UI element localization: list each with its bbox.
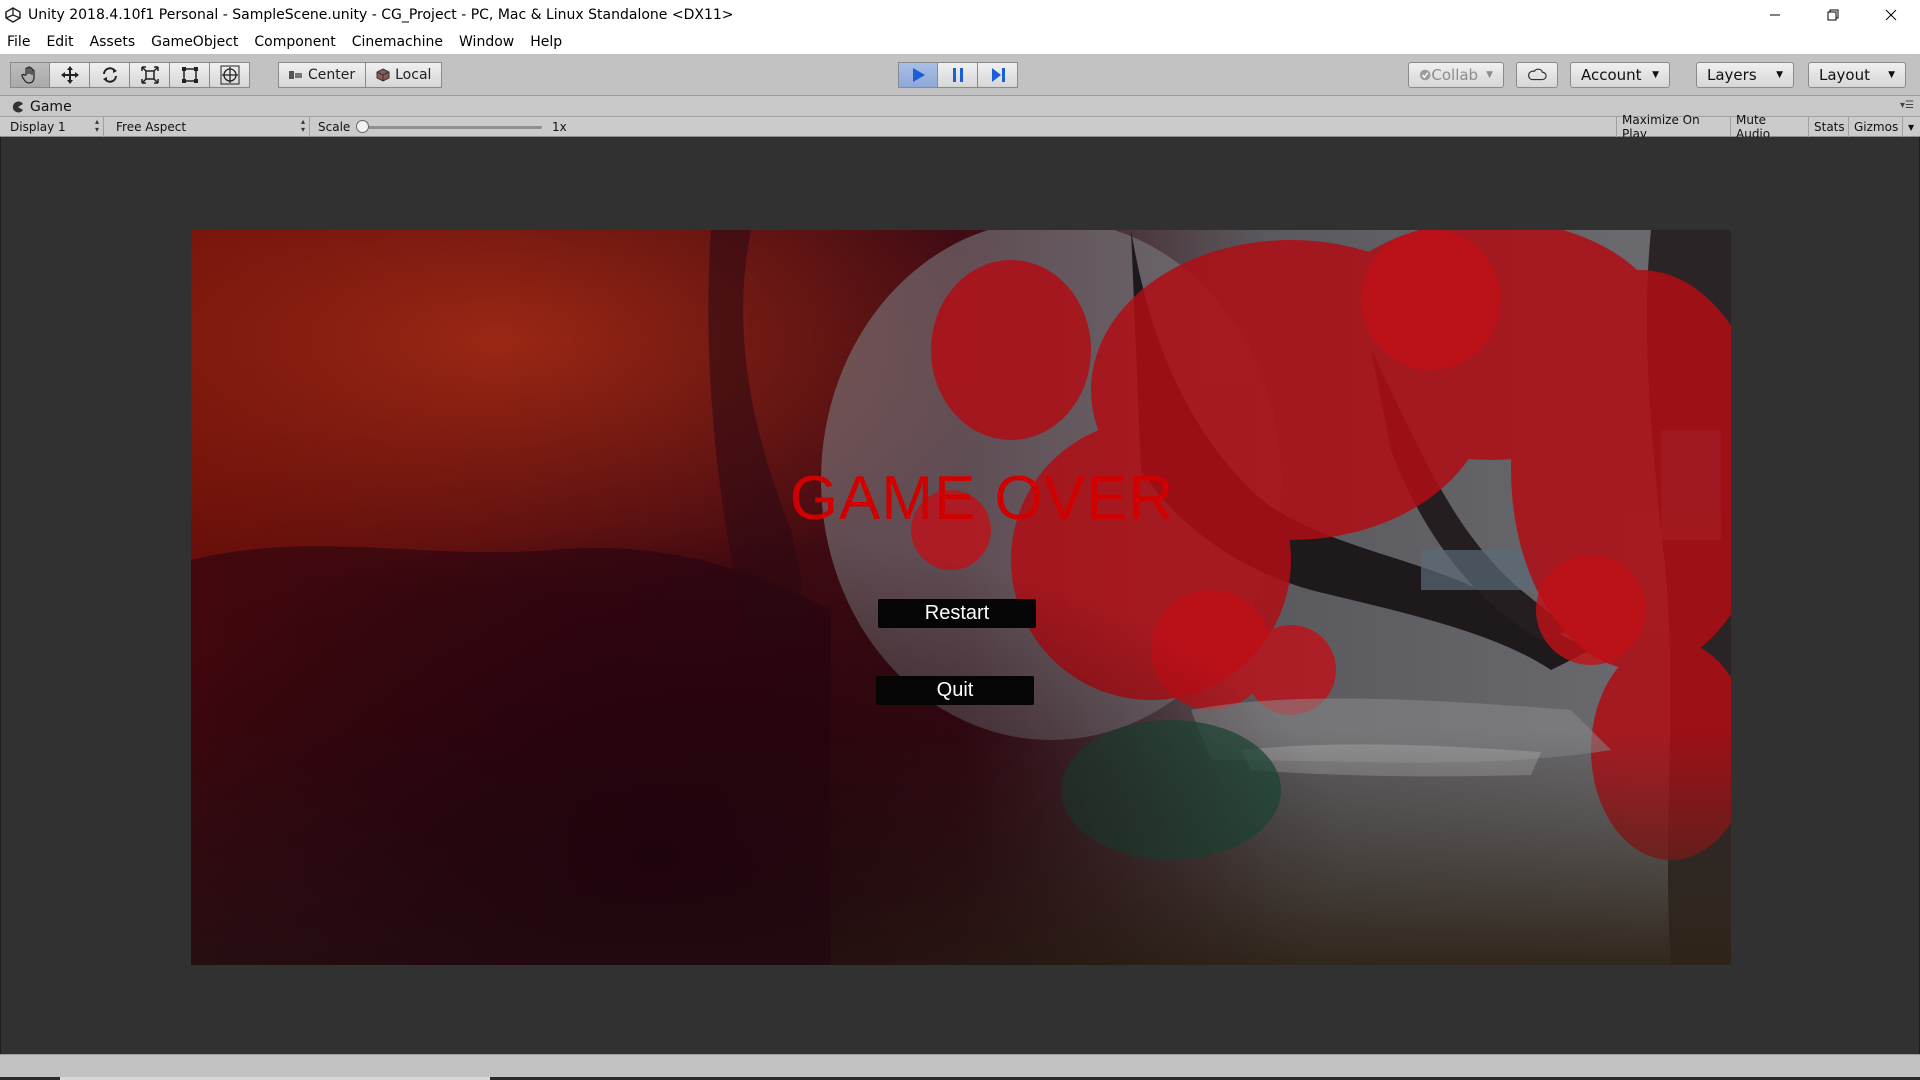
game-view-controls: Display 1 ▴ ▾ Free Aspect ▴ ▾ Scale 1x Max… xyxy=(0,113,1920,141)
menu-gameobject[interactable]: GameObject xyxy=(150,32,239,52)
account-label: Account xyxy=(1581,66,1642,84)
scale-value: 1x xyxy=(552,120,567,134)
menu-window[interactable]: Window xyxy=(458,32,515,52)
menu-edit[interactable]: Edit xyxy=(45,32,74,52)
pivot-rotation-button[interactable]: Local xyxy=(366,62,443,88)
close-icon xyxy=(1885,9,1897,21)
menu-assets[interactable]: Assets xyxy=(89,32,137,52)
menu-file[interactable]: File xyxy=(6,32,31,52)
hand-tool-icon xyxy=(21,66,35,84)
pivot-mode-label: Center xyxy=(308,67,356,83)
mute-audio-toggle[interactable]: Mute Audio xyxy=(1730,113,1808,141)
scale-tool-button[interactable] xyxy=(130,62,170,88)
menu-cinemachine[interactable]: Cinemachine xyxy=(351,32,444,52)
pivot-center-icon xyxy=(289,71,302,79)
close-button[interactable] xyxy=(1862,0,1920,30)
scale-tool-icon xyxy=(140,66,159,84)
dropdown-arrow-icon: ▼ xyxy=(1888,70,1895,80)
aspect-select-value: Free Aspect xyxy=(116,120,187,134)
menu-bar: File Edit Assets GameObject Component Ci… xyxy=(0,30,1920,54)
window-title: Unity 2018.4.10f1 Personal - SampleScene… xyxy=(28,7,734,23)
pacman-game-icon xyxy=(12,101,23,112)
restore-button[interactable] xyxy=(1804,0,1862,30)
unity-logo-icon xyxy=(4,6,22,24)
pause-icon xyxy=(952,68,963,82)
checkmark-icon xyxy=(1419,69,1431,81)
pivot-mode-button[interactable]: Center xyxy=(278,62,367,88)
menu-help[interactable]: Help xyxy=(529,32,563,52)
game-over-heading: GAME OVER xyxy=(789,464,1175,533)
scale-slider-thumb[interactable] xyxy=(356,120,369,133)
restart-button[interactable]: Restart xyxy=(878,599,1036,628)
local-cube-icon xyxy=(376,68,390,82)
stats-toggle[interactable]: Stats xyxy=(1808,117,1848,137)
aspect-select[interactable]: Free Aspect ▴ ▾ xyxy=(110,117,310,137)
cloud-button[interactable] xyxy=(1516,62,1558,88)
game-screen: GAME OVER Restart Quit xyxy=(191,230,1731,965)
pivot-controls: Center Local xyxy=(278,62,443,88)
updown-arrow-icon: ▴ ▾ xyxy=(300,117,305,134)
tab-options-icon[interactable]: ▾☰ xyxy=(1900,100,1914,111)
layout-dropdown[interactable]: Layout ▼ xyxy=(1808,62,1906,88)
restore-icon xyxy=(1827,9,1839,21)
quit-button[interactable]: Quit xyxy=(876,676,1034,705)
account-dropdown[interactable]: Account ▼ xyxy=(1570,62,1670,88)
pause-button[interactable] xyxy=(938,62,978,88)
play-button[interactable] xyxy=(898,62,938,88)
minimize-button[interactable] xyxy=(1746,0,1804,30)
transform-tool-icon xyxy=(220,65,239,85)
gizmos-dropdown-icon[interactable]: ▼ xyxy=(1902,117,1916,137)
step-icon xyxy=(991,68,1005,82)
play-icon xyxy=(913,68,925,82)
tab-game-label: Game xyxy=(30,98,72,115)
game-viewport: GAME OVER Restart Quit xyxy=(0,137,1920,1054)
tab-game[interactable]: Game xyxy=(6,96,82,117)
playback-controls xyxy=(898,62,1018,88)
dropdown-arrow-icon: ▼ xyxy=(1652,70,1659,80)
rect-tool-icon xyxy=(181,67,198,83)
cloud-icon xyxy=(1528,68,1547,81)
scale-slider-track[interactable] xyxy=(362,126,542,129)
maximize-on-play-toggle[interactable]: Maximize On Play xyxy=(1616,113,1730,141)
pivot-rotation-label: Local xyxy=(395,67,432,83)
collab-label: Collab xyxy=(1431,66,1479,84)
menu-component[interactable]: Component xyxy=(253,32,336,52)
layout-label: Layout xyxy=(1819,66,1870,84)
display-select-value: Display 1 xyxy=(10,120,66,134)
updown-arrow-icon: ▴ ▾ xyxy=(94,117,99,134)
dropdown-arrow-icon: ▼ xyxy=(1486,70,1493,80)
layers-label: Layers xyxy=(1707,66,1757,84)
scale-label: Scale xyxy=(318,120,351,134)
main-toolbar: Center Local Collab ▼ Account ▼ Layers ▼… xyxy=(0,54,1920,96)
display-select[interactable]: Display 1 ▴ ▾ xyxy=(4,117,104,137)
transform-tool-button[interactable] xyxy=(210,62,250,88)
transform-tools xyxy=(10,62,250,88)
hand-tool-button[interactable] xyxy=(10,62,50,88)
gizmos-toggle[interactable]: Gizmos xyxy=(1848,117,1902,137)
dropdown-arrow-icon: ▼ xyxy=(1776,70,1783,80)
unity-editor-window: Unity 2018.4.10f1 Personal - SampleScene… xyxy=(0,0,1920,1080)
rotate-tool-icon xyxy=(102,67,117,83)
minimize-icon xyxy=(1770,14,1780,16)
move-tool-icon xyxy=(60,66,79,84)
layers-dropdown[interactable]: Layers ▼ xyxy=(1696,62,1794,88)
rotate-tool-button[interactable] xyxy=(90,62,130,88)
rect-tool-button[interactable] xyxy=(170,62,210,88)
step-button[interactable] xyxy=(978,62,1018,88)
move-tool-button[interactable] xyxy=(50,62,90,88)
collab-dropdown[interactable]: Collab ▼ xyxy=(1408,62,1504,88)
game-background-image xyxy=(191,230,1731,965)
title-bar: Unity 2018.4.10f1 Personal - SampleScene… xyxy=(0,0,1920,30)
